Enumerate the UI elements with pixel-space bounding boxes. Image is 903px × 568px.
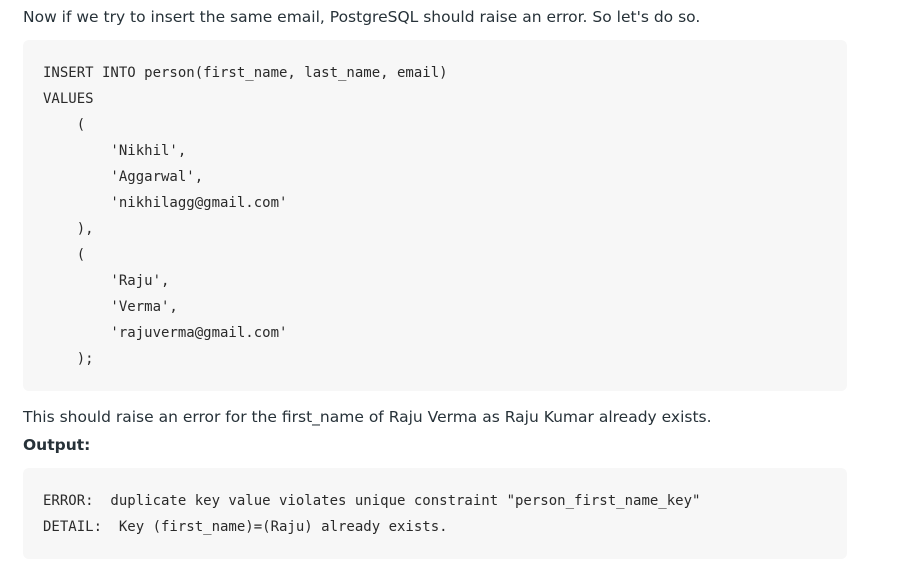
code-line: 'Nikhil', bbox=[43, 143, 187, 159]
intro-paragraph: Now if we try to insert the same email, … bbox=[23, 8, 701, 26]
code-line: INSERT INTO person(first_name, last_name… bbox=[43, 65, 448, 81]
output-line: DETAIL: Key (first_name)=(Raju) already … bbox=[43, 519, 448, 535]
code-line: 'Aggarwal', bbox=[43, 169, 204, 185]
code-line: VALUES bbox=[43, 91, 94, 107]
code-line: 'Raju', bbox=[43, 273, 170, 289]
output-label: Output: bbox=[23, 436, 91, 454]
code-line: ( bbox=[43, 247, 86, 263]
code-line: 'rajuverma@gmail.com' bbox=[43, 325, 288, 341]
code-line: ( bbox=[43, 117, 86, 133]
code-line: 'nikhilagg@gmail.com' bbox=[43, 195, 288, 211]
code-line: ), bbox=[43, 221, 94, 237]
explanation-paragraph: This should raise an error for the first… bbox=[23, 408, 712, 426]
sql-code-block: INSERT INTO person(first_name, last_name… bbox=[23, 40, 847, 391]
output-code-block: ERROR: duplicate key value violates uniq… bbox=[23, 468, 847, 559]
code-line: ); bbox=[43, 351, 94, 367]
code-line: 'Verma', bbox=[43, 299, 178, 315]
output-line: ERROR: duplicate key value violates uniq… bbox=[43, 493, 701, 509]
